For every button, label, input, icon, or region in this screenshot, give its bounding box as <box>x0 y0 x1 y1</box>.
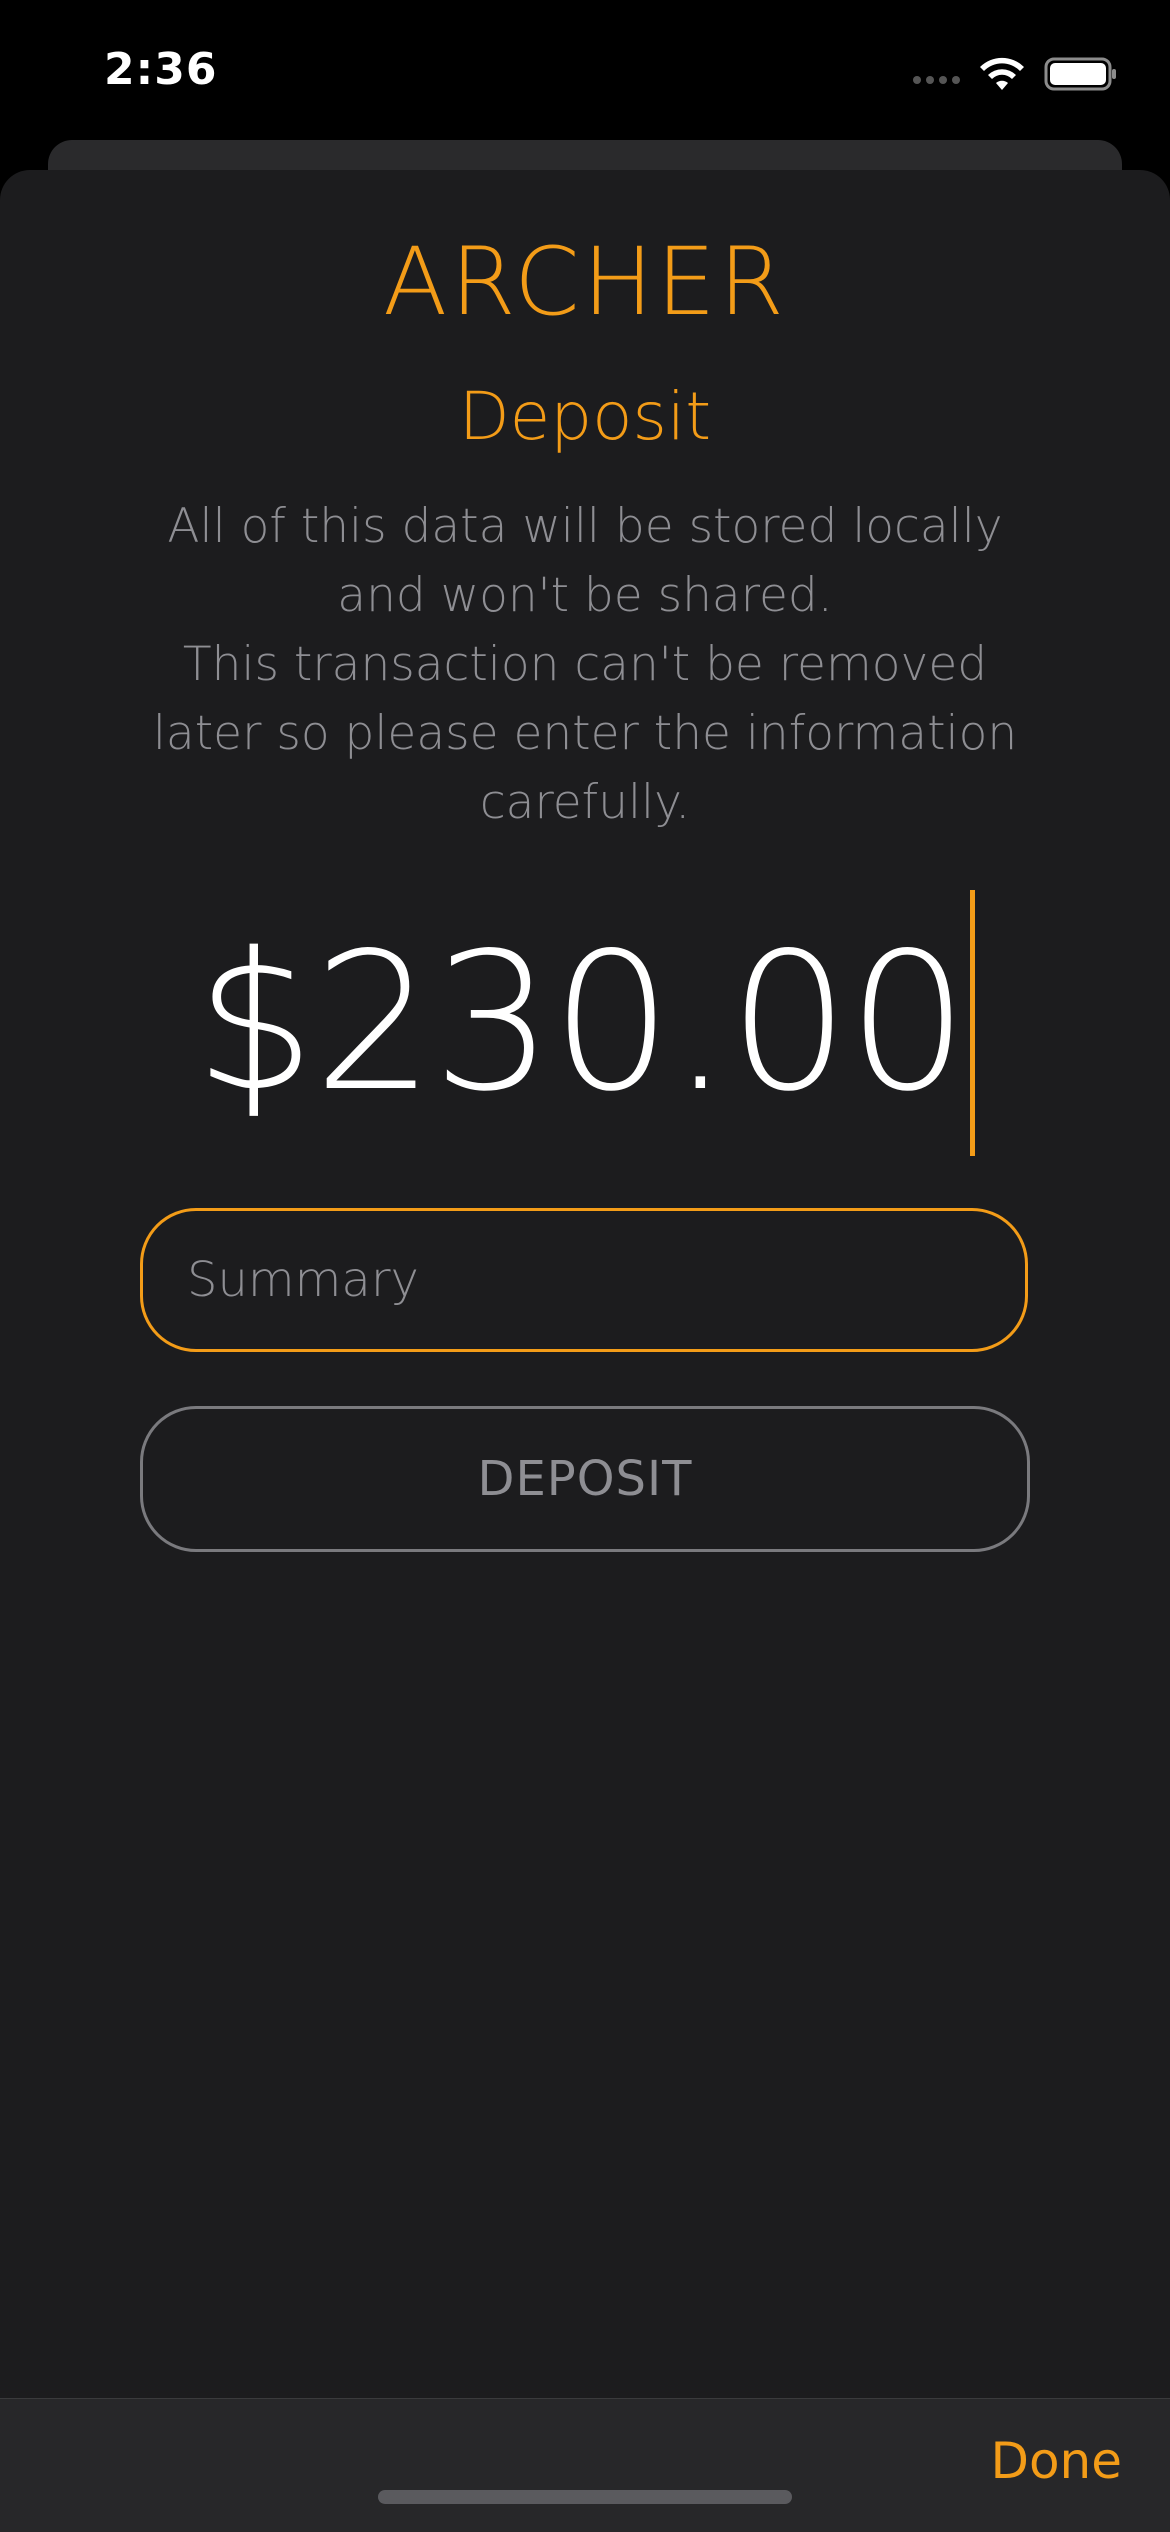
info-text: All of this data will be stored locally … <box>140 492 1030 837</box>
page-title: Deposit <box>458 378 712 455</box>
signal-icon <box>913 64 960 84</box>
summary-input[interactable] <box>140 1208 1028 1352</box>
status-icons <box>913 52 1118 96</box>
app-title: ARCHER <box>383 228 787 337</box>
status-time: 2:36 <box>104 44 218 95</box>
deposit-button[interactable]: DEPOSIT <box>140 1406 1030 1552</box>
text-caret <box>970 890 976 1156</box>
battery-icon <box>1044 57 1116 91</box>
wifi-icon <box>980 57 1024 90</box>
info-line-warning: This transaction can't be removed later … <box>152 637 1018 830</box>
home-indicator[interactable] <box>378 2490 792 2504</box>
screen: 2:36 ARCHER Deposit All of this data wil… <box>0 0 1170 2532</box>
done-button[interactable]: Done <box>990 2432 1122 2490</box>
amount-value[interactable]: $230.00 <box>195 898 969 1148</box>
info-line-storage: All of this data will be stored locally … <box>167 499 1003 623</box>
amount-field[interactable]: $230.00 <box>0 890 1170 1160</box>
